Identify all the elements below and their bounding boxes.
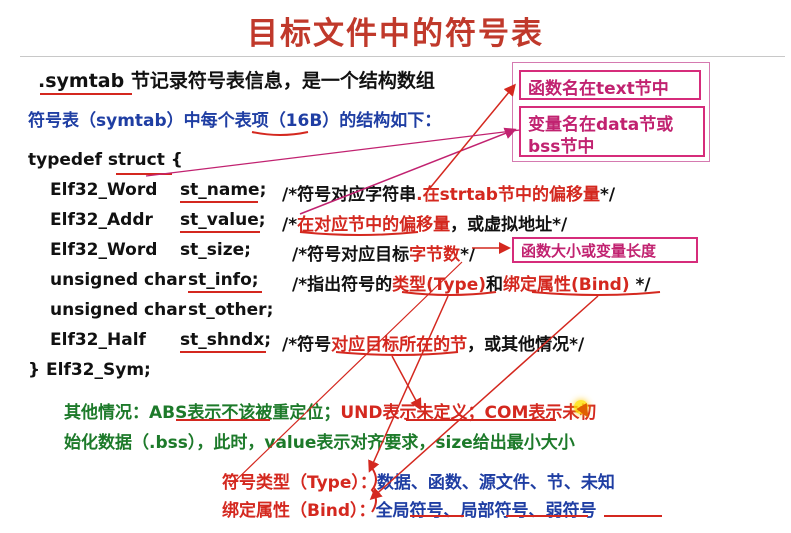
field-type: Elf32_Addr (50, 210, 153, 230)
bind-attribute-values: 全局符号、局部符号、弱符号 (375, 501, 597, 521)
note-size: 函数大小或变量长度 (512, 237, 698, 263)
other-cases-line-2: 始化数据（.bss），此时，value表示对齐要求，size给出最小大小 (64, 433, 575, 453)
field-comment: /*在对应节中的偏移量，或虚拟地址*/ (282, 210, 567, 235)
other-cases-label: 其他情况： (64, 403, 149, 423)
struct-keyword: struct (107, 150, 165, 170)
comment-text: /*符号对应字符串 (282, 185, 417, 205)
entry-desc-mid: 个表项 (217, 111, 269, 131)
symbol-type-line: 符号类型（Type）：数据、函数、源文件、节、未知 (222, 468, 615, 493)
title-divider (20, 56, 785, 57)
typedef-keyword: typedef (28, 150, 108, 170)
field-name: st_name; (180, 180, 267, 200)
struct-close: } Elf32_Sym; (28, 360, 151, 380)
other-cases-line-1: 其他情况：ABS表示不该被重定位；UND表示未定义；COM表示未初 (64, 398, 596, 423)
comment-text: */ (629, 275, 651, 295)
bind-attribute-label: 绑定属性（Bind）： (222, 501, 376, 521)
field-name: st_value; (180, 210, 266, 230)
slide: 目标文件中的符号表 .symtab 节记录符号表信息，是一个结构数组 符号表（s… (0, 0, 791, 533)
comment-text: */ (599, 185, 616, 205)
field-comment: /*符号对应目标字节数*/ (292, 240, 475, 265)
intro-text: 节记录符号表信息，是一个结构数组 (124, 70, 435, 92)
comment-highlight: .在strtab节中的偏移量 (416, 185, 600, 205)
arrow-name-to-text-box (429, 83, 516, 189)
comment-highlight: 字节数 (409, 245, 461, 265)
field-comment: /*符号对应目标所在的节，或其他情况*/ (282, 330, 584, 355)
field-comment: /*指出符号的类型(Type)和绑定属性(Bind) */ (292, 270, 651, 295)
field-type: Elf32_Word (50, 180, 158, 200)
brace-open: { (164, 150, 183, 170)
comment-text: /* (282, 215, 298, 235)
field-comment: /*符号对应字符串.在strtab节中的偏移量*/ (282, 180, 615, 205)
entry-description: 符号表（symtab）中每个表项（16B）的结构如下： (28, 106, 441, 131)
comment-text: /*符号 (282, 335, 332, 355)
comment-highlight: 在对应节中的偏移量 (297, 215, 451, 235)
comment-text: ，或其他情况*/ (467, 335, 585, 355)
note-func-in-text-label: 函数名在text节中 (528, 79, 669, 99)
abs-note: ABS表示不该被重定位； (149, 403, 341, 423)
bind-attribute-line: 绑定属性（Bind）：全局符号、局部符号、弱符号 (222, 496, 597, 521)
comment-text: */ (460, 245, 476, 265)
field-type: Elf32_Half (50, 330, 146, 350)
symtab-keyword: .symtab (38, 70, 125, 92)
comment-highlight: 类型(Type) (392, 275, 487, 295)
arrow-struct-to-data (145, 129, 521, 177)
comment-highlight: 对应目标所在的节 (331, 335, 468, 355)
comment-text: /*指出符号的 (292, 275, 393, 295)
comment-text: ，或虚拟地址*/ (450, 215, 568, 235)
symbol-type-label: 符号类型（Type）： (222, 473, 377, 493)
und-note: UND表示未定义； (340, 403, 485, 423)
typedef-line: typedef struct { (28, 150, 183, 170)
field-name: st_other; (188, 300, 274, 320)
field-type: Elf32_Word (50, 240, 158, 260)
comment-highlight: 绑定属性(Bind) (503, 275, 630, 295)
note-func-in-text: 函数名在text节中 (519, 70, 701, 100)
symbol-type-values: 数据、函数、源文件、节、未知 (376, 473, 615, 493)
note-size-label: 函数大小或变量长度 (521, 242, 657, 260)
field-name: st_shndx; (180, 330, 272, 350)
underline-entry (251, 131, 309, 136)
note-var-in-data: 变量名在data节或 bss节中 (519, 106, 705, 157)
intro-line: .symtab 节记录符号表信息，是一个结构数组 (38, 66, 435, 93)
comment-text: 和 (486, 275, 504, 295)
field-type: unsigned char (50, 270, 187, 290)
field-type: unsigned char (50, 300, 187, 320)
note-var-in-bss-label: bss节中 (528, 137, 595, 157)
entry-desc-suffix: （16B）的结构如下： (268, 111, 442, 131)
page-title: 目标文件中的符号表 (247, 16, 544, 52)
field-name: st_info; (188, 270, 259, 290)
field-name: st_size; (180, 240, 251, 260)
entry-desc-prefix: 符号表（symtab）中每 (28, 111, 218, 131)
comment-text: /*符号对应目标 (292, 245, 410, 265)
